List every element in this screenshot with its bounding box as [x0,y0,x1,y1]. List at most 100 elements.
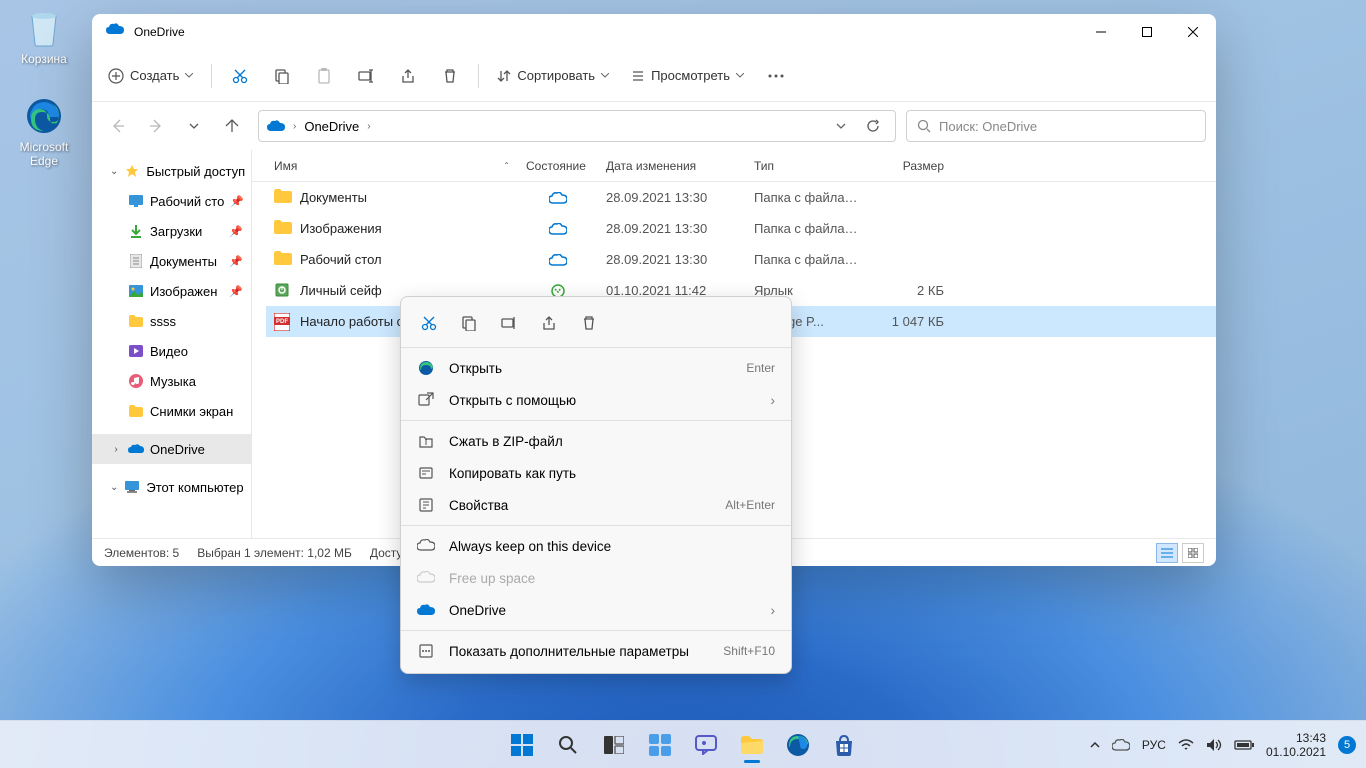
sidebar-this-pc[interactable]: ⌄ Этот компьютер [92,472,251,502]
chevron-right-icon: › [771,393,776,408]
desktop-icon-label: Edge [8,154,80,168]
column-status[interactable]: Состояние [518,159,598,173]
folder-icon [128,313,144,329]
back-button[interactable] [102,110,134,142]
refresh-button[interactable] [859,112,887,140]
folder-icon [128,403,144,419]
file-size: 1 047 КБ [868,314,952,329]
sidebar-item-music[interactable]: Музыка [92,366,251,396]
search-button[interactable] [548,725,588,765]
notifications-badge[interactable]: 5 [1338,736,1356,754]
desktop-icon-recycle-bin[interactable]: Корзина [8,8,80,66]
rename-button[interactable] [346,58,386,94]
file-row[interactable]: Документы 28.09.2021 13:30 Папка с файла… [266,182,1216,213]
widgets-button[interactable] [640,725,680,765]
forward-button[interactable] [140,110,172,142]
chat-button[interactable] [686,725,726,765]
sidebar-item-screenshots[interactable]: Снимки экран [92,396,251,426]
close-button[interactable] [1170,16,1216,48]
documents-icon [128,253,144,269]
tray-wifi[interactable] [1178,739,1194,751]
up-button[interactable] [216,110,248,142]
cm-always-keep[interactable]: Always keep on this device [401,530,791,562]
battery-icon [1234,739,1254,751]
sidebar-item-desktop[interactable]: Рабочий сто📌 [92,186,251,216]
cm-open[interactable]: Открыть Enter [401,352,791,384]
breadcrumb-dropdown[interactable] [827,112,855,140]
store-button[interactable] [824,725,864,765]
cloud-icon [417,569,435,587]
tray-language[interactable]: РУС [1142,738,1166,752]
sidebar-item-documents[interactable]: Документы📌 [92,246,251,276]
pin-icon: 📌 [229,285,243,298]
cm-delete-button[interactable] [573,307,605,339]
breadcrumb-item[interactable]: OneDrive [304,119,359,134]
cm-copy-path[interactable]: Копировать как путь [401,457,791,489]
desktop-icon-label: Корзина [8,52,80,66]
sidebar-onedrive[interactable]: › OneDrive [92,434,251,464]
rename-icon [358,68,374,84]
minimize-button[interactable] [1078,16,1124,48]
share-button[interactable] [388,58,428,94]
file-row[interactable]: Изображения 28.09.2021 13:30 Папка с фай… [266,213,1216,244]
maximize-button[interactable] [1124,16,1170,48]
cm-copy-button[interactable] [453,307,485,339]
scissors-icon [421,315,437,331]
cm-show-more[interactable]: Показать дополнительные параметры Shift+… [401,635,791,667]
sidebar-quick-access[interactable]: ⌄ Быстрый доступ [92,156,251,186]
recent-button[interactable] [178,110,210,142]
column-type[interactable]: Тип [746,159,868,173]
scissors-icon [232,68,248,84]
file-modified: 28.09.2021 13:30 [598,252,746,267]
sidebar-item-folder[interactable]: ssss [92,306,251,336]
details-view-button[interactable] [1156,543,1178,563]
column-size[interactable]: Размер [868,159,952,173]
separator [401,420,791,421]
chevron-down-icon: ⌄ [110,482,118,493]
cm-open-with[interactable]: Открыть с помощью › [401,384,791,416]
cut-button[interactable] [220,58,260,94]
copy-button[interactable] [262,58,302,94]
tray-battery[interactable] [1234,739,1254,751]
start-button[interactable] [502,725,542,765]
cm-cut-button[interactable] [413,307,445,339]
downloads-icon [128,223,144,239]
tray-clock[interactable]: 13:43 01.10.2021 [1266,731,1326,759]
task-view-button[interactable] [594,725,634,765]
edge-taskbar-button[interactable] [778,725,818,765]
cm-share-button[interactable] [533,307,565,339]
context-menu: Открыть Enter Открыть с помощью › Сжать … [400,296,792,674]
recycle-bin-icon [24,8,64,48]
desktop-icon-edge[interactable]: Microsoft Edge [8,96,80,168]
column-name[interactable]: Имя⌃ [266,159,518,173]
tray-volume[interactable] [1206,738,1222,752]
search-input[interactable]: Поиск: OneDrive [906,110,1206,142]
cm-rename-button[interactable] [493,307,525,339]
plus-circle-icon [108,68,124,84]
tray-chevron-up[interactable] [1090,742,1100,748]
column-modified[interactable]: Дата изменения [598,159,746,173]
file-row[interactable]: Рабочий стол 28.09.2021 13:30 Папка с фа… [266,244,1216,275]
explorer-button[interactable] [732,725,772,765]
list-icon [631,69,645,83]
thumbnails-view-button[interactable] [1182,543,1204,563]
sidebar-item-downloads[interactable]: Загрузки📌 [92,216,251,246]
cm-zip[interactable]: Сжать в ZIP-файл [401,425,791,457]
sort-button[interactable]: Сортировать [487,58,619,94]
cm-properties[interactable]: Свойства Alt+Enter [401,489,791,521]
paste-button[interactable] [304,58,344,94]
sidebar-item-pictures[interactable]: Изображен📌 [92,276,251,306]
titlebar[interactable]: OneDrive [92,14,1216,50]
more-button[interactable] [756,58,796,94]
breadcrumb[interactable]: › OneDrive › [258,110,896,142]
view-button[interactable]: Просмотреть [621,58,754,94]
new-button[interactable]: Создать [98,58,203,94]
cm-onedrive[interactable]: OneDrive › [401,594,791,626]
cm-free-up: Free up space [401,562,791,594]
copy-icon [274,68,290,84]
file-status [518,254,598,266]
delete-button[interactable] [430,58,470,94]
sidebar-item-videos[interactable]: Видео [92,336,251,366]
videos-icon [128,343,144,359]
tray-onedrive[interactable] [1112,739,1130,751]
